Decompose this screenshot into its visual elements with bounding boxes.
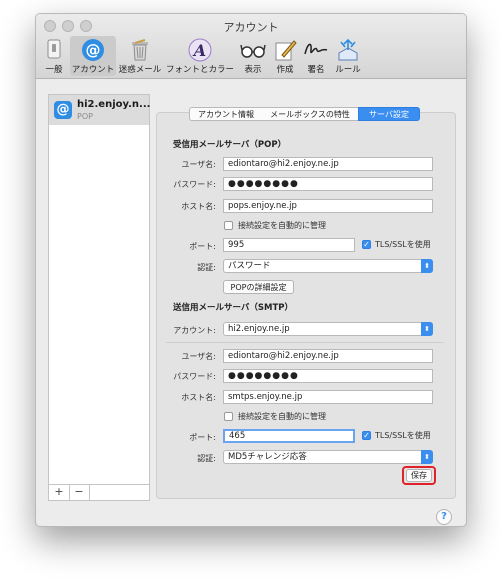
help-button[interactable]: ? — [436, 509, 452, 525]
tab-mailbox-behaviors[interactable]: メールボックスの特性 — [262, 107, 359, 121]
incoming-auto-manage-checkbox[interactable] — [224, 221, 233, 230]
content-area: @ hi2.enjoy.n... POP + − アカウント情報 メールボックス… — [36, 79, 466, 526]
toolbar-composing[interactable]: 作成 — [270, 36, 300, 76]
outgoing-auth-select[interactable]: MD5チャレンジ応答 ⬍ — [223, 450, 433, 464]
pop-advanced-settings-button[interactable]: POPの詳細設定 — [223, 280, 294, 294]
chevron-updown-icon: ⬍ — [421, 259, 433, 273]
save-button[interactable]: 保存 — [406, 469, 432, 482]
incoming-auth-select[interactable]: パスワード ⬍ — [223, 259, 433, 273]
svg-text:@: @ — [86, 41, 101, 59]
compose-icon — [273, 38, 297, 66]
toolbar-fonts-colors[interactable]: A フォントとカラー — [164, 36, 236, 76]
incoming-auth-value: パスワード — [228, 261, 271, 271]
outgoing-username-label: ユーザ名: — [181, 352, 216, 361]
incoming-password-field[interactable]: ●●●●●●●● — [223, 177, 433, 191]
account-list: @ hi2.enjoy.n... POP — [48, 94, 150, 487]
incoming-port-field[interactable]: 995 — [223, 238, 355, 252]
rules-icon — [336, 38, 360, 66]
outgoing-password-label: パスワード: — [173, 372, 216, 381]
outgoing-account-label: アカウント: — [173, 326, 216, 335]
incoming-section-title: 受信用メールサーバ（POP） — [173, 140, 287, 150]
incoming-port-label: ポート: — [189, 242, 216, 251]
toolbar-signatures[interactable]: 署名 — [301, 36, 331, 76]
incoming-password-label: パスワード: — [173, 180, 216, 189]
tab-server-settings[interactable]: サーバ設定 — [358, 107, 420, 121]
chevron-updown-icon: ⬍ — [421, 322, 433, 336]
outgoing-auth-value: MD5チャレンジ応答 — [228, 452, 307, 462]
toolbar: アカウント 一般 @ アカウント 迷惑メール A フォントとカラー 表示 作成 … — [36, 14, 466, 79]
outgoing-password-field[interactable]: ●●●●●●●● — [223, 369, 433, 383]
glasses-icon — [240, 38, 266, 66]
toolbar-junk-mail[interactable]: 迷惑メール — [117, 36, 163, 76]
outgoing-section-title: 送信用メールサーバ（SMTP） — [173, 303, 294, 313]
incoming-auto-manage-label: 接続設定を自動的に管理 — [238, 221, 326, 230]
incoming-auth-label: 認証: — [197, 263, 216, 272]
remove-account-button[interactable]: − — [69, 485, 90, 500]
toolbar-general[interactable]: 一般 — [39, 36, 69, 76]
tab-account-info[interactable]: アカウント情報 — [189, 107, 263, 121]
outgoing-host-field[interactable]: smtps.enjoy.ne.jp — [223, 390, 433, 404]
at-sign-icon: @ — [54, 101, 72, 119]
outgoing-port-label: ポート: — [189, 433, 216, 442]
outgoing-username-field[interactable]: ediontaro@hi2.enjoy.ne.jp — [223, 349, 433, 363]
window-title: アカウント — [223, 21, 279, 34]
incoming-username-label: ユーザ名: — [181, 160, 216, 169]
account-name: hi2.enjoy.n... — [77, 99, 151, 110]
chevron-updown-icon: ⬍ — [421, 450, 433, 464]
outgoing-auth-label: 認証: — [197, 454, 216, 463]
outgoing-host-label: ホスト名: — [181, 393, 216, 402]
trash-icon — [129, 38, 151, 66]
incoming-username-field[interactable]: ediontaro@hi2.enjoy.ne.jp — [223, 157, 433, 171]
toolbar-accounts[interactable]: @ アカウント — [70, 36, 116, 76]
font-color-icon: A — [188, 38, 212, 66]
account-list-footer: + − — [48, 484, 150, 501]
outgoing-auto-manage-label: 接続設定を自動的に管理 — [238, 412, 326, 421]
toolbar-viewing[interactable]: 表示 — [238, 36, 268, 76]
account-list-item[interactable]: @ hi2.enjoy.n... POP — [49, 95, 151, 125]
svg-text:A: A — [192, 41, 206, 60]
outgoing-account-select[interactable]: hi2.enjoy.ne.jp ⬍ — [223, 322, 433, 336]
outgoing-auto-manage-checkbox[interactable] — [224, 412, 233, 421]
account-type: POP — [77, 112, 93, 121]
outgoing-tls-checkbox[interactable]: ✓ — [362, 431, 371, 440]
signature-icon — [303, 38, 329, 66]
preferences-window: アカウント 一般 @ アカウント 迷惑メール A フォントとカラー 表示 作成 … — [35, 13, 467, 527]
incoming-tls-label: TLS/SSLを使用 — [375, 240, 431, 249]
toolbar-rules[interactable]: ルール — [332, 36, 364, 76]
at-sign-icon: @ — [81, 38, 105, 66]
outgoing-account-value: hi2.enjoy.ne.jp — [228, 324, 290, 334]
incoming-host-field[interactable]: pops.enjoy.ne.jp — [223, 199, 433, 213]
outgoing-tls-label: TLS/SSLを使用 — [375, 431, 431, 440]
switch-icon — [44, 38, 64, 64]
incoming-host-label: ホスト名: — [181, 202, 216, 211]
outgoing-port-field[interactable]: 465 — [223, 429, 355, 443]
add-account-button[interactable]: + — [49, 485, 70, 500]
incoming-tls-checkbox[interactable]: ✓ — [362, 240, 371, 249]
section-divider — [166, 342, 444, 343]
